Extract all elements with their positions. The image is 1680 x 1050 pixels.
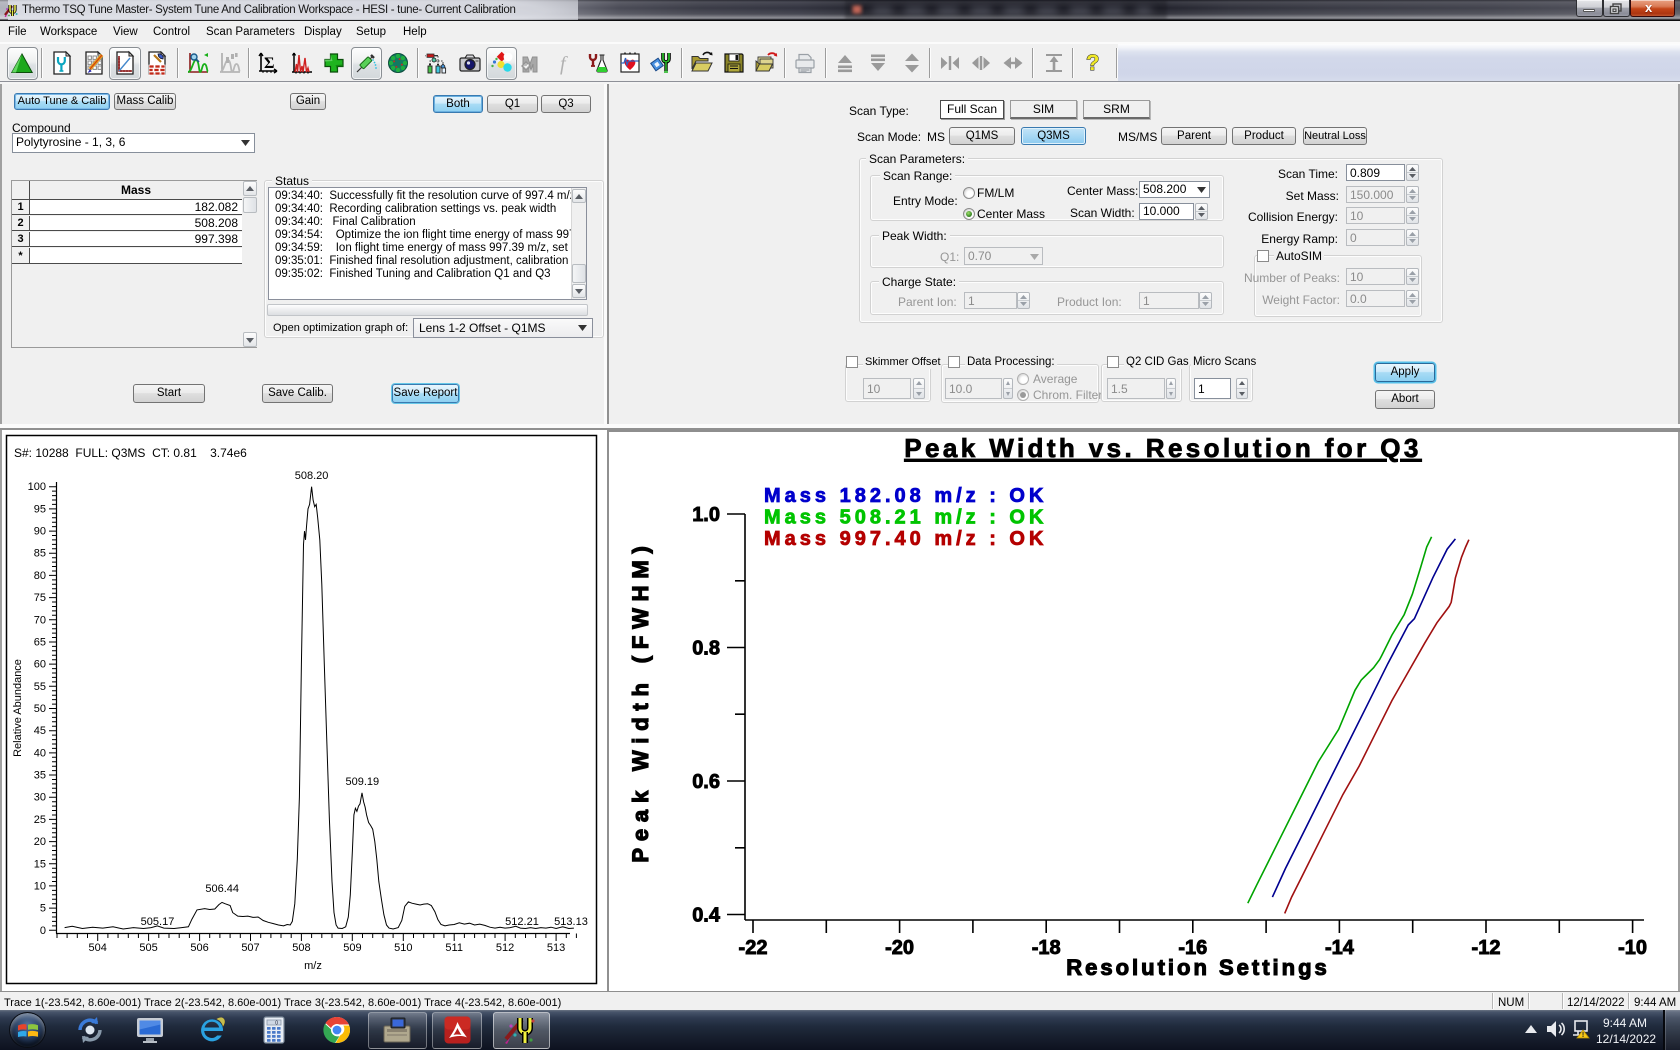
svg-text:Peak Width vs. Resolution for: Peak Width vs. Resolution for Q3 bbox=[904, 433, 1421, 463]
svg-text:0.8: 0.8 bbox=[692, 638, 720, 660]
svg-text:0: 0 bbox=[40, 925, 46, 937]
svg-text:S#: 10288 FULL: Q3MS CT: 0.8: S#: 10288 FULL: Q3MS CT: 0.81 3.74e6 bbox=[14, 446, 247, 460]
svg-text:0.6: 0.6 bbox=[692, 771, 720, 793]
svg-text:30: 30 bbox=[34, 792, 46, 804]
svg-text:5: 5 bbox=[40, 903, 46, 915]
svg-text:1.0: 1.0 bbox=[692, 504, 720, 526]
svg-text:509: 509 bbox=[343, 942, 361, 954]
svg-text:-20: -20 bbox=[885, 937, 914, 959]
svg-text:Σ: Σ bbox=[264, 55, 274, 72]
svg-text:60: 60 bbox=[34, 659, 46, 671]
svg-text:Mass 997.40 m/z : OK: Mass 997.40 m/z : OK bbox=[764, 528, 1047, 550]
svg-text:512.21: 512.21 bbox=[505, 916, 539, 928]
svg-text:100: 100 bbox=[28, 481, 46, 493]
svg-text:70: 70 bbox=[34, 614, 46, 626]
svg-text:10: 10 bbox=[34, 880, 46, 892]
svg-text:Resolution Settings: Resolution Settings bbox=[1066, 955, 1330, 980]
svg-text:20: 20 bbox=[34, 836, 46, 848]
svg-text:50: 50 bbox=[34, 703, 46, 715]
svg-text:Mass 182.08 m/z : OK: Mass 182.08 m/z : OK bbox=[764, 485, 1047, 507]
svg-text:75: 75 bbox=[34, 592, 46, 604]
svg-text:m/z: m/z bbox=[304, 960, 322, 972]
svg-text:40: 40 bbox=[34, 747, 46, 759]
svg-text:508: 508 bbox=[292, 942, 310, 954]
svg-text:0.4: 0.4 bbox=[692, 905, 721, 927]
svg-text:510: 510 bbox=[394, 942, 412, 954]
svg-text:-22: -22 bbox=[739, 937, 768, 959]
svg-text:0: 0 bbox=[275, 1021, 278, 1027]
svg-text:-12: -12 bbox=[1472, 937, 1501, 959]
svg-text:25: 25 bbox=[34, 814, 46, 826]
svg-text:?: ? bbox=[1086, 50, 1099, 75]
svg-text:Peak Width (FWHM): Peak Width (FWHM) bbox=[628, 539, 653, 862]
svg-text:55: 55 bbox=[34, 681, 46, 693]
svg-text:511: 511 bbox=[445, 942, 463, 954]
svg-text:35: 35 bbox=[34, 770, 46, 782]
svg-text:65: 65 bbox=[34, 637, 46, 649]
svg-text:85: 85 bbox=[34, 548, 46, 560]
svg-text:513: 513 bbox=[547, 942, 565, 954]
svg-text:!: ! bbox=[1582, 1032, 1584, 1039]
svg-text:95: 95 bbox=[34, 503, 46, 515]
svg-text:513.13: 513.13 bbox=[554, 916, 588, 928]
svg-text:45: 45 bbox=[34, 725, 46, 737]
svg-text:512: 512 bbox=[496, 942, 514, 954]
svg-text:507: 507 bbox=[241, 942, 259, 954]
svg-text:f: f bbox=[560, 53, 568, 75]
svg-text:Mass 508.21 m/z : OK: Mass 508.21 m/z : OK bbox=[764, 507, 1047, 529]
svg-text:506.44: 506.44 bbox=[205, 883, 239, 895]
svg-text:Relative Abundance: Relative Abundance bbox=[12, 659, 24, 757]
svg-text:-18: -18 bbox=[1032, 937, 1061, 959]
svg-text:15: 15 bbox=[34, 858, 46, 870]
svg-text:505: 505 bbox=[139, 942, 157, 954]
svg-text:80: 80 bbox=[34, 570, 46, 582]
svg-text:509.19: 509.19 bbox=[345, 776, 379, 788]
svg-text:90: 90 bbox=[34, 526, 46, 538]
svg-text:504: 504 bbox=[89, 942, 107, 954]
svg-text:506: 506 bbox=[190, 942, 208, 954]
svg-text:508.20: 508.20 bbox=[295, 470, 329, 482]
svg-text:-10: -10 bbox=[1618, 937, 1647, 959]
